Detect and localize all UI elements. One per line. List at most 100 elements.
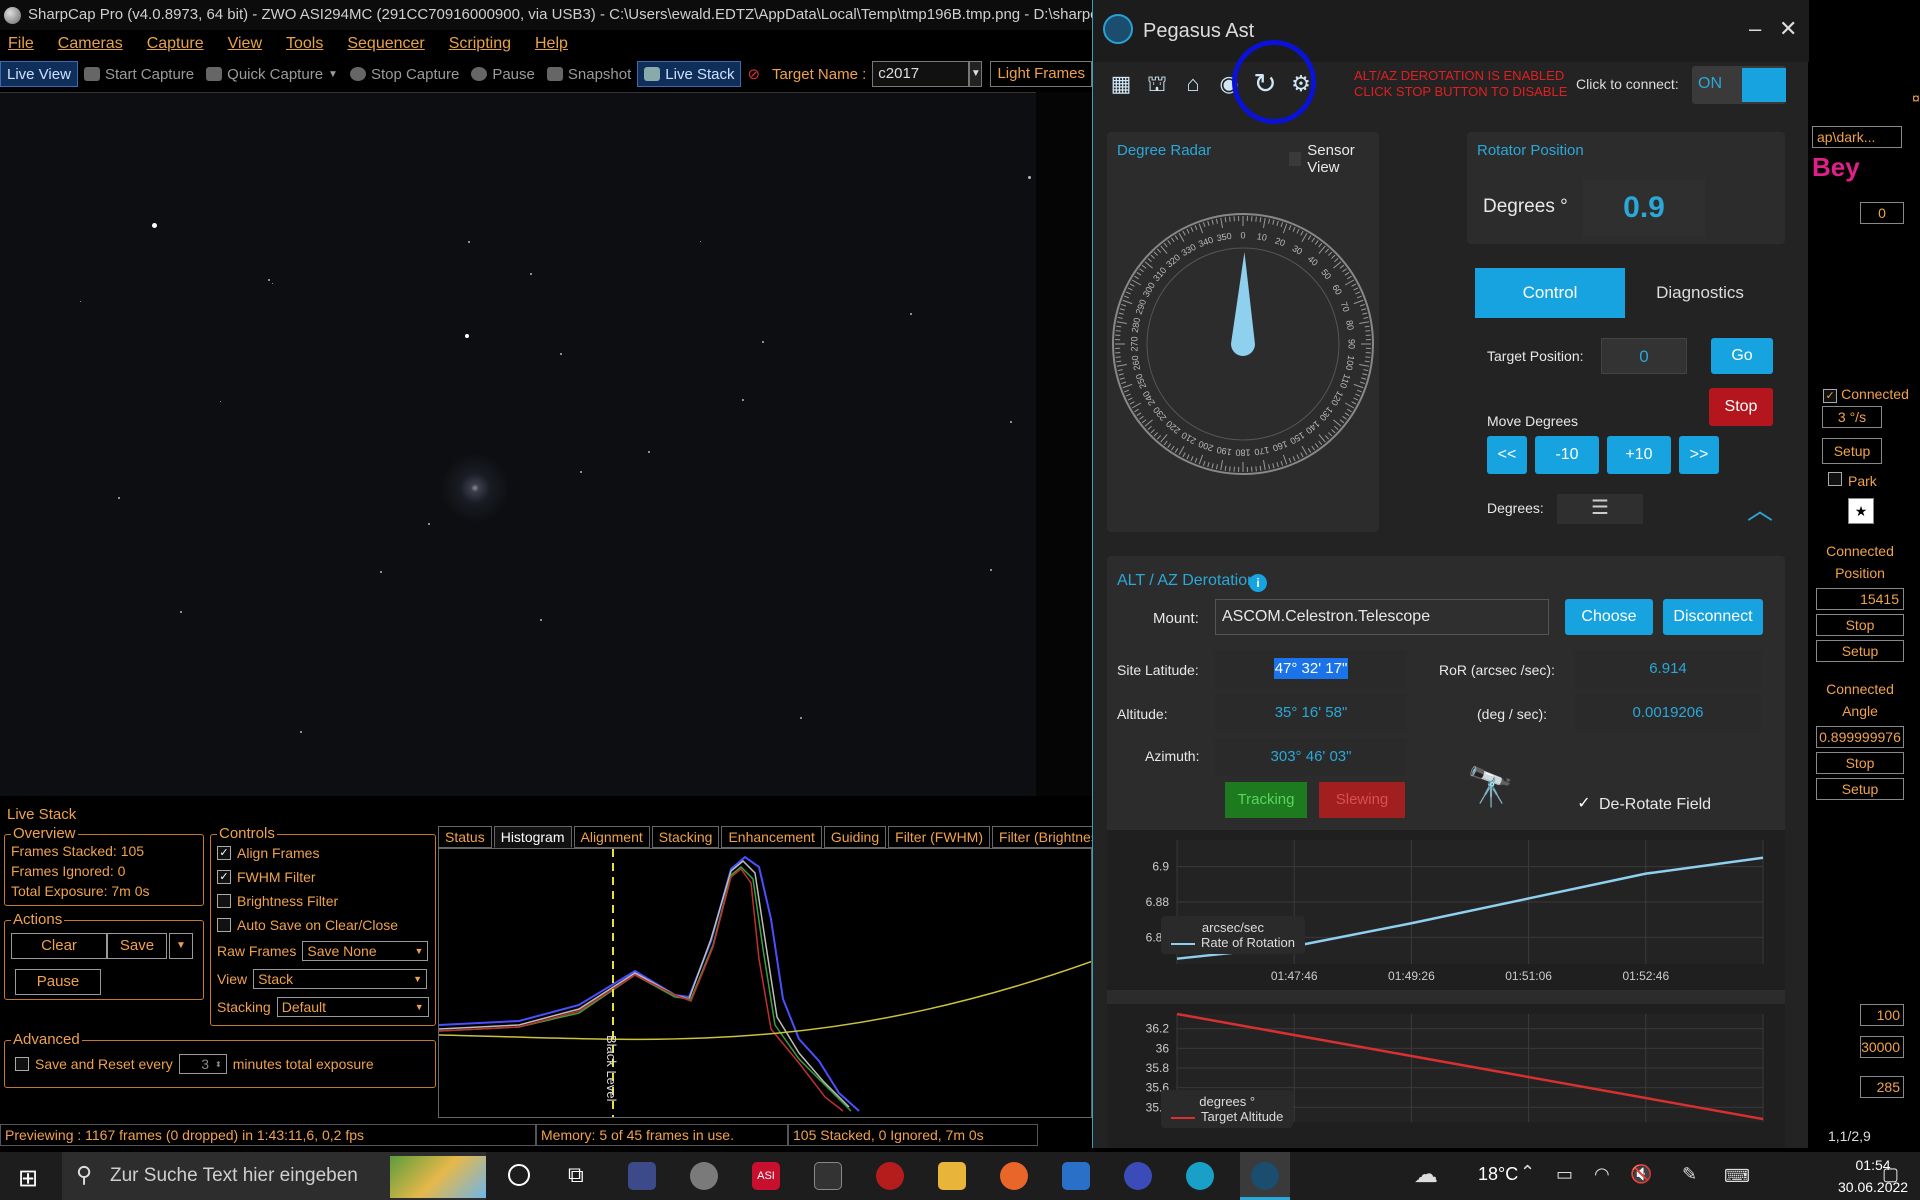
menu-help[interactable]: Help bbox=[535, 35, 568, 53]
minimize-icon[interactable]: – bbox=[1749, 16, 1761, 42]
menu-scripting[interactable]: Scripting bbox=[449, 35, 511, 53]
save-button[interactable]: Save bbox=[107, 933, 167, 959]
tab-histogram[interactable]: Histogram bbox=[493, 826, 572, 848]
menu-file[interactable]: File bbox=[8, 35, 34, 53]
menu-capture[interactable]: Capture bbox=[147, 35, 204, 53]
mount-setup-button[interactable]: Setup bbox=[1822, 438, 1882, 464]
live-view-button[interactable]: Live View bbox=[0, 61, 78, 87]
save-reset-checkbox[interactable] bbox=[15, 1057, 29, 1071]
histogram-panel[interactable]: Black Level bbox=[438, 848, 1092, 1118]
keyboard-icon[interactable]: ⌨ bbox=[1724, 1166, 1750, 1187]
quick-capture-button[interactable]: Quick Capture ▼ bbox=[200, 61, 344, 87]
tab-status[interactable]: Status bbox=[438, 826, 492, 848]
go-button[interactable]: Go bbox=[1711, 338, 1773, 374]
star-icon[interactable]: ★ bbox=[1848, 498, 1874, 524]
sensor-view-checkbox[interactable] bbox=[1289, 152, 1302, 166]
chevron-up-icon[interactable]: ⌃ bbox=[1520, 1162, 1535, 1183]
target-name-input[interactable]: c2017 bbox=[872, 61, 970, 87]
de-rotate-checkbox[interactable]: ✓ bbox=[1577, 796, 1591, 812]
app-red-icon[interactable] bbox=[876, 1162, 904, 1190]
connected-checkbox[interactable]: ✓ bbox=[1823, 389, 1838, 403]
auto-save-checkbox[interactable] bbox=[217, 918, 231, 932]
plus-10-button[interactable]: +10 bbox=[1607, 436, 1671, 474]
align-frames-checkbox[interactable]: ✓ bbox=[217, 846, 231, 860]
tab-guiding[interactable]: Guiding bbox=[823, 826, 887, 848]
live-stack-button[interactable]: Live Stack bbox=[637, 61, 742, 87]
chevron-down-icon[interactable]: ▼ bbox=[169, 933, 193, 959]
rotator-stop-button[interactable]: Stop bbox=[1816, 752, 1904, 774]
stop-capture-button[interactable]: Stop Capture bbox=[344, 61, 465, 87]
edge-icon[interactable] bbox=[1186, 1162, 1214, 1190]
site-latitude-input[interactable]: 47° 32' 17" bbox=[1215, 650, 1407, 688]
cortana-icon[interactable] bbox=[508, 1164, 530, 1186]
app-lock-icon[interactable] bbox=[1124, 1162, 1152, 1190]
pause-button[interactable]: Pause bbox=[465, 61, 541, 87]
chevron-up-icon[interactable]: ︿ bbox=[1747, 497, 1773, 523]
move-right-fast-button[interactable]: >> bbox=[1679, 436, 1719, 474]
pen-icon[interactable]: ✎ bbox=[1682, 1164, 1697, 1185]
brightness-filter-checkbox[interactable] bbox=[217, 894, 231, 908]
choose-button[interactable]: Choose bbox=[1565, 599, 1653, 635]
app-terminal-icon[interactable] bbox=[814, 1162, 842, 1190]
task-view-icon[interactable]: ⧉ bbox=[568, 1162, 584, 1188]
view-select[interactable]: Stack ▼ bbox=[253, 969, 428, 989]
wifi-icon[interactable]: ◠ bbox=[1594, 1164, 1610, 1185]
menu-cameras[interactable]: Cameras bbox=[58, 35, 123, 53]
home-icon[interactable]: ⌂ bbox=[1181, 72, 1205, 96]
tab-control[interactable]: Control bbox=[1475, 268, 1625, 318]
tab-diagnostics[interactable]: Diagnostics bbox=[1625, 268, 1775, 318]
tab-enhancement[interactable]: Enhancement bbox=[721, 826, 822, 848]
focuser-setup-button[interactable]: Setup bbox=[1816, 640, 1904, 662]
minutes-stepper[interactable]: 3 ⬍ bbox=[178, 1054, 227, 1074]
speaker-muted-icon[interactable]: 🔇 bbox=[1630, 1164, 1652, 1185]
move-left-fast-button[interactable]: << bbox=[1487, 436, 1527, 474]
mount-icon[interactable]: ⛫ bbox=[1145, 72, 1169, 96]
target-position-input[interactable]: 0 bbox=[1601, 338, 1687, 374]
info-icon[interactable]: i bbox=[1249, 574, 1267, 592]
fwhm-filter-checkbox[interactable]: ✓ bbox=[217, 870, 231, 884]
value-field[interactable]: 0 bbox=[1860, 202, 1904, 224]
chevron-down-icon[interactable]: ▼ bbox=[969, 61, 983, 87]
stop-button[interactable]: Stop bbox=[1709, 388, 1773, 426]
tab-stacking[interactable]: Stacking bbox=[651, 826, 720, 848]
stacking-select[interactable]: Default ▼ bbox=[276, 997, 429, 1017]
menu-sequencer[interactable]: Sequencer bbox=[347, 35, 424, 53]
value-285-field[interactable]: 285 bbox=[1860, 1076, 1904, 1098]
dark-path-field[interactable]: ap\dark... bbox=[1812, 126, 1902, 148]
tab-alignment[interactable]: Alignment bbox=[573, 826, 650, 848]
app-asi-icon[interactable]: ASI bbox=[752, 1162, 780, 1190]
close-icon[interactable]: ✕ bbox=[1779, 16, 1797, 42]
app-stellarium-icon[interactable] bbox=[628, 1162, 656, 1190]
snapshot-button[interactable]: Snapshot bbox=[541, 61, 637, 87]
value-100-field[interactable]: 100 bbox=[1860, 1004, 1904, 1026]
frame-type-select[interactable]: Light Frames bbox=[990, 61, 1092, 87]
app-sharpcap-icon[interactable] bbox=[690, 1162, 718, 1190]
menu-view[interactable]: View bbox=[228, 35, 262, 53]
clear-button[interactable]: Clear bbox=[11, 933, 107, 959]
hamburger-menu-icon[interactable]: ☰ bbox=[1557, 494, 1643, 524]
rotator-setup-button[interactable]: Setup bbox=[1816, 778, 1904, 800]
slew-rate-select[interactable]: 3 °/s bbox=[1822, 406, 1882, 428]
park-checkbox[interactable] bbox=[1828, 472, 1842, 486]
raw-frames-select[interactable]: Save None ▼ bbox=[302, 941, 429, 961]
file-explorer-icon[interactable] bbox=[938, 1162, 966, 1190]
focuser-stop-button[interactable]: Stop bbox=[1816, 614, 1904, 636]
calculator-icon[interactable] bbox=[1062, 1162, 1090, 1190]
mount-input[interactable]: ASCOM.Celestron.Telescope bbox=[1215, 599, 1549, 635]
battery-icon[interactable]: ▭ bbox=[1556, 1164, 1573, 1185]
grid-icon[interactable]: ▦ bbox=[1109, 72, 1133, 96]
windows-start-icon[interactable]: ⊞ bbox=[18, 1164, 38, 1193]
toggle-knob[interactable] bbox=[1742, 68, 1786, 102]
pause-stack-button[interactable]: Pause bbox=[15, 969, 101, 995]
minus-10-button[interactable]: -10 bbox=[1535, 436, 1599, 474]
tab-filter-fwhm[interactable]: Filter (FWHM) bbox=[888, 826, 991, 848]
value-30000-field[interactable]: 30000 bbox=[1860, 1036, 1904, 1058]
menu-tools[interactable]: Tools bbox=[286, 35, 323, 53]
disconnect-button[interactable]: Disconnect bbox=[1663, 599, 1763, 635]
park-option[interactable]: Park bbox=[1828, 472, 1877, 489]
firefox-icon[interactable] bbox=[1000, 1162, 1028, 1190]
notifications-icon[interactable]: ▢ bbox=[1882, 1164, 1899, 1185]
chevron-down-icon[interactable]: ▼ bbox=[328, 69, 338, 80]
image-preview[interactable] bbox=[0, 92, 1092, 796]
start-capture-button[interactable]: Start Capture bbox=[78, 61, 200, 87]
